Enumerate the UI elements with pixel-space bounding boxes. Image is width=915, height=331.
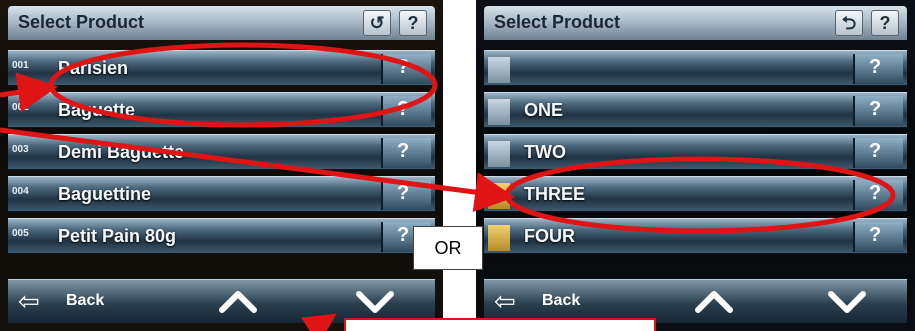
row-label: Baguettine: [58, 184, 152, 204]
back-label: Back: [66, 292, 105, 309]
info-icon: ?: [397, 140, 410, 162]
row-label: Demi Baguette: [58, 142, 185, 162]
list-item-two[interactable]: TWO ?: [484, 134, 907, 170]
help-button[interactable]: ?: [399, 10, 427, 36]
list-item-002[interactable]: 002 Baguette ?: [8, 92, 435, 128]
slot-marker: [488, 225, 510, 251]
row-label: Baguette: [58, 100, 136, 120]
title-bar: Select Product ⮌ ?: [484, 6, 907, 40]
return-icon: ⮌: [841, 13, 857, 33]
list-item-blank[interactable]: ?: [484, 50, 907, 86]
info-icon: ?: [397, 182, 410, 204]
info-icon: ?: [869, 98, 882, 120]
scroll-up-button[interactable]: [664, 280, 764, 324]
product-list: ? ONE ? TWO ? THREE ? FOUR ?: [484, 50, 907, 260]
caption-box: [344, 318, 656, 331]
list-item-005[interactable]: 005 Petit Pain 80g ?: [8, 218, 435, 254]
row-number: 004: [12, 186, 29, 197]
return-button[interactable]: ⮌: [835, 10, 863, 36]
list-item-004[interactable]: 004 Baguettine ?: [8, 176, 435, 212]
list-item-three[interactable]: THREE ?: [484, 176, 907, 212]
row-label: TWO: [524, 142, 566, 162]
slot-marker: [488, 141, 510, 167]
info-button[interactable]: ?: [853, 180, 903, 210]
info-icon: ?: [397, 56, 410, 78]
help-button[interactable]: ?: [871, 10, 899, 36]
title-bar: Select Product ↺ ?: [8, 6, 435, 40]
info-icon: ?: [869, 140, 882, 162]
info-button[interactable]: ?: [381, 96, 431, 126]
product-list: 001 Parisien ? 002 Baguette ? 003 Demi B…: [8, 50, 435, 260]
slot-marker: [488, 99, 510, 125]
info-icon: ?: [869, 182, 882, 204]
slot-marker: [488, 183, 510, 209]
info-button[interactable]: ?: [853, 138, 903, 168]
row-label: ONE: [524, 100, 564, 120]
list-item-003[interactable]: 003 Demi Baguette ?: [8, 134, 435, 170]
back-arrow-icon: ⇦: [494, 286, 516, 316]
list-item-one[interactable]: ONE ?: [484, 92, 907, 128]
info-button[interactable]: ?: [381, 54, 431, 84]
chevron-up-icon: [695, 291, 733, 313]
undo-button[interactable]: ↺: [363, 10, 391, 36]
info-button[interactable]: ?: [381, 180, 431, 210]
bottom-nav: ⇦ Back: [8, 279, 435, 323]
info-button[interactable]: ?: [381, 138, 431, 168]
list-item-001[interactable]: 001 Parisien ?: [8, 50, 435, 86]
right-screen: Select Product ⮌ ? ? ONE ? TWO ? THREE ?: [476, 0, 915, 331]
row-label: Parisien: [58, 58, 129, 78]
or-callout: OR: [413, 226, 483, 270]
page-title: Select Product: [494, 12, 621, 32]
chevron-down-icon: [828, 291, 866, 313]
bottom-nav: ⇦ Back: [484, 279, 907, 323]
row-number: 003: [12, 144, 29, 155]
info-button[interactable]: ?: [853, 96, 903, 126]
back-label: Back: [542, 292, 581, 309]
row-number: 005: [12, 228, 29, 239]
row-label: FOUR: [524, 226, 575, 246]
info-icon: ?: [397, 98, 410, 120]
row-label: Petit Pain 80g: [58, 226, 177, 246]
back-button[interactable]: ⇦ Back: [8, 280, 138, 324]
info-button[interactable]: ?: [853, 222, 903, 252]
chevron-down-icon: [356, 291, 394, 313]
row-number: 001: [12, 60, 29, 71]
info-icon: ?: [869, 56, 882, 78]
left-screen: Select Product ↺ ? 001 Parisien ? 002 Ba…: [0, 0, 443, 331]
info-icon: ?: [397, 224, 410, 246]
chevron-up-icon: [219, 291, 257, 313]
row-number: 002: [12, 102, 29, 113]
undo-icon: ↺: [369, 13, 385, 33]
back-arrow-icon: ⇦: [18, 286, 40, 316]
scroll-down-button[interactable]: [797, 280, 897, 324]
info-icon: ?: [869, 224, 882, 246]
row-label: THREE: [524, 184, 586, 204]
info-button[interactable]: ?: [853, 54, 903, 84]
slot-marker: [488, 57, 510, 83]
list-item-four[interactable]: FOUR ?: [484, 218, 907, 254]
page-title: Select Product: [18, 12, 145, 32]
scroll-up-button[interactable]: [188, 280, 288, 324]
